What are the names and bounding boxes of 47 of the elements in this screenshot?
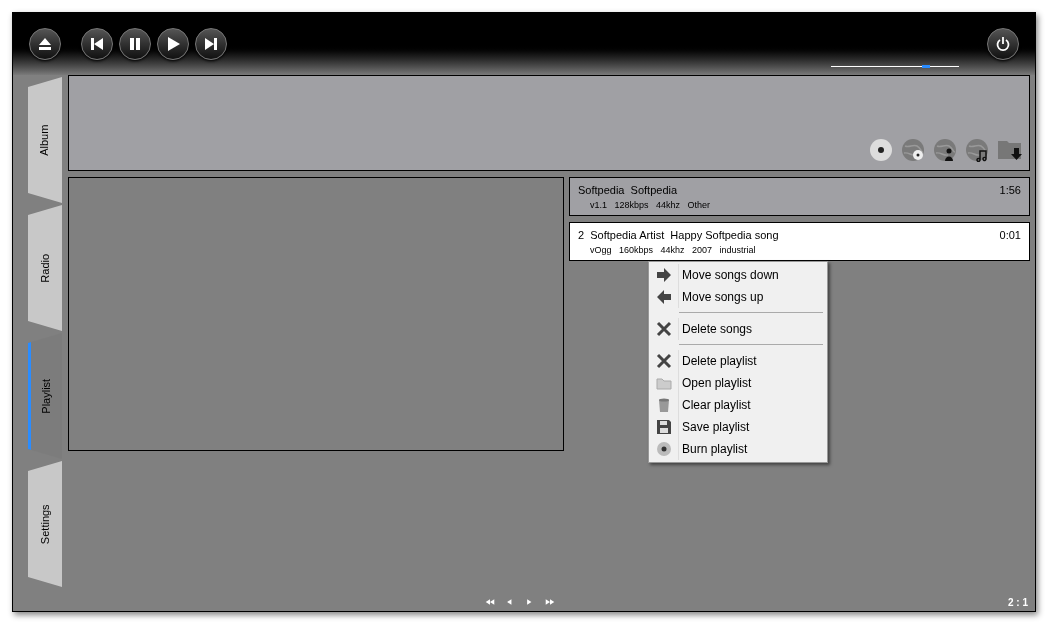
track-details: vOgg 160kbps 44khz 2007 industrial xyxy=(589,244,757,256)
disc-icon xyxy=(655,441,672,457)
side-tab[interactable]: Playlist xyxy=(28,333,62,459)
folder-download-icon[interactable] xyxy=(997,138,1025,162)
arrow-right-icon xyxy=(655,267,672,283)
eject-button[interactable] xyxy=(29,28,61,60)
play-icon xyxy=(165,36,181,52)
side-tab[interactable]: Settings xyxy=(28,461,62,587)
menu-item[interactable]: Move songs up xyxy=(649,286,827,308)
pause-button[interactable] xyxy=(119,28,151,60)
power-button[interactable] xyxy=(987,28,1019,60)
playlist-track[interactable]: 2 Softpedia Artist Happy Softpedia song 0:01 vOgg 160kbps 44khz 2007 industrial xyxy=(569,222,1030,261)
skip-forward-icon xyxy=(203,36,219,52)
track-duration: 0:01 xyxy=(999,228,1021,243)
menu-item[interactable]: Open playlist xyxy=(649,372,827,394)
folder-icon xyxy=(655,375,672,391)
side-tab[interactable]: Album xyxy=(28,77,62,203)
delete-icon xyxy=(655,321,672,337)
globe-person-icon[interactable] xyxy=(933,138,957,162)
track-details: v1.1 128kbps 44khz Other xyxy=(589,199,712,211)
track-title: Softpedia Softpedia xyxy=(578,183,679,198)
menu-item[interactable]: Clear playlist xyxy=(649,394,827,416)
menu-item[interactable]: Move songs down xyxy=(649,264,827,286)
volume-thumb[interactable] xyxy=(921,64,930,68)
arrow-left-icon xyxy=(655,289,672,305)
fast-forward-icon[interactable] xyxy=(545,597,555,607)
rewind-icon[interactable] xyxy=(485,597,495,607)
track-title: 2 Softpedia Artist Happy Softpedia song xyxy=(578,228,780,243)
menu-item[interactable]: Delete songs xyxy=(649,318,827,340)
play-button[interactable] xyxy=(157,28,189,60)
power-icon xyxy=(995,36,1011,52)
pause-icon xyxy=(127,36,143,52)
next-button[interactable] xyxy=(195,28,227,60)
menu-item[interactable]: Save playlist xyxy=(649,416,827,438)
menu-item[interactable]: Delete playlist xyxy=(649,350,827,372)
playlist-track[interactable]: Softpedia Softpedia 1:56 v1.1 128kbps 44khz Other xyxy=(569,177,1030,216)
globe-music-icon[interactable] xyxy=(965,138,989,162)
previous-button[interactable] xyxy=(81,28,113,60)
delete-icon xyxy=(655,353,672,369)
position-counter: 2 : 1 xyxy=(1008,595,1029,610)
side-tab[interactable]: Radio xyxy=(28,205,62,331)
globe-disc-icon[interactable] xyxy=(901,138,925,162)
menu-item[interactable]: Burn playlist xyxy=(649,438,827,460)
skip-back-icon xyxy=(89,36,105,52)
eject-icon xyxy=(37,36,53,52)
track-duration: 1:56 xyxy=(999,183,1021,198)
cd-icon[interactable] xyxy=(869,138,893,162)
